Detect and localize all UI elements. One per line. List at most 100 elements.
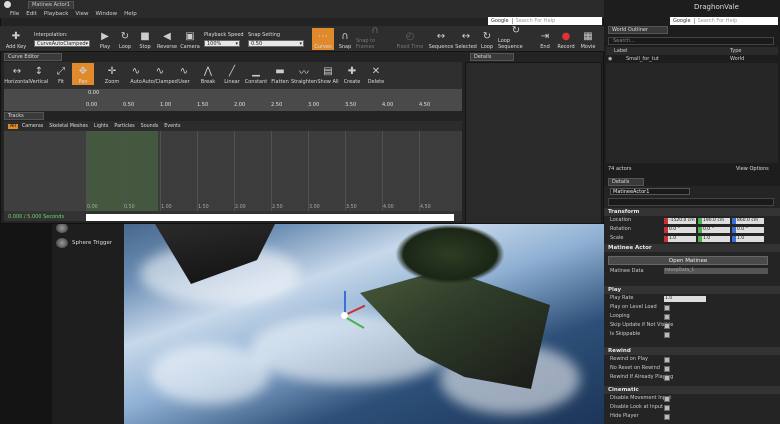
curve-tool-user[interactable]: ∿ User — [172, 63, 196, 85]
filter-skeletal-meshes[interactable]: Skeletal Meshes — [47, 124, 90, 129]
search-provider[interactable]: Google — [488, 18, 513, 24]
eye-icon[interactable]: ◉ — [608, 56, 612, 62]
filter-cameras[interactable]: Cameras — [20, 124, 45, 129]
tab-details-2[interactable]: Details — [608, 178, 644, 186]
filter-events[interactable]: Events — [162, 124, 182, 129]
curve-tool-flatten[interactable]: ▬ Flatten — [268, 63, 292, 85]
interpolation-select[interactable]: CurveAutoClamped — [34, 40, 90, 48]
play-option-checkbox[interactable] — [664, 313, 670, 320]
section-play[interactable]: Play — [604, 286, 780, 294]
section-cinematic[interactable]: Cinematic — [604, 386, 780, 394]
record-button[interactable]: ● Record — [556, 28, 576, 50]
curve-tool-delete[interactable]: ✕ Delete — [364, 63, 388, 85]
curve-tool-show-all[interactable]: ▤ Show All — [316, 63, 340, 85]
menu-help[interactable]: Help — [124, 11, 137, 17]
curve-tool-linear[interactable]: ╱ Linear — [220, 63, 244, 85]
tracks-list[interactable] — [4, 131, 86, 211]
col-label[interactable]: Label — [614, 48, 628, 54]
movie-button[interactable]: ▦ Movie — [578, 28, 598, 50]
play-button[interactable]: ▶ Play — [96, 28, 114, 50]
curve-tool-vertical[interactable]: ↕ Vertical — [28, 63, 50, 85]
location-z-field[interactable]: 860.0 cm — [736, 218, 764, 224]
rotation-z-field[interactable]: 0.0 ° — [736, 227, 764, 233]
filter-sounds[interactable]: Sounds — [139, 124, 161, 129]
selected-button[interactable]: ↔ Selected — [455, 28, 477, 50]
scale-x-field[interactable]: 1.0 — [668, 236, 696, 242]
rewind-option-checkbox[interactable] — [664, 374, 670, 381]
time-scrubber[interactable] — [86, 214, 454, 221]
matinee-titlebar[interactable] — [0, 0, 604, 9]
playback-speed-select[interactable]: 100% — [204, 40, 240, 48]
menu-window[interactable]: Window — [95, 11, 117, 17]
cinematic-option-checkbox[interactable] — [664, 404, 670, 411]
sequence-button[interactable]: ↔ Sequence — [428, 28, 454, 50]
section-matinee-actor[interactable]: Matinee Actor — [604, 244, 780, 252]
rewind-option-checkbox[interactable] — [664, 356, 670, 363]
tab-world-outliner[interactable]: World Outliner — [608, 26, 668, 34]
curve-tool-pan[interactable]: ✥ Pan — [72, 63, 94, 85]
tab-curve-editor[interactable]: Curve Editor — [4, 53, 62, 61]
end-button[interactable]: ⇥ End — [536, 28, 554, 50]
editor-help-search[interactable]: Google Search For Help — [670, 17, 778, 25]
menu-view[interactable]: View — [75, 11, 88, 17]
tab-matinee[interactable]: Matinee Actor1 — [28, 1, 74, 9]
reverse-button[interactable]: ◀ Reverse — [156, 28, 178, 50]
camera-button[interactable]: ▣ Camera — [179, 28, 201, 50]
play-option-checkbox[interactable] — [664, 304, 670, 311]
curve-graph[interactable]: 0.00 0.00 0.50 1.00 1.50 2.00 2.50 3.00 3.50 4.0… — [4, 89, 462, 111]
menu-file[interactable]: File — [10, 11, 19, 17]
location-y-field[interactable]: 190.0 cm — [702, 218, 730, 224]
curve-tool-break[interactable]: ⋀ Break — [196, 63, 220, 85]
section-rewind[interactable]: Rewind — [604, 347, 780, 355]
play-rate-field[interactable]: 1.0 — [664, 296, 706, 302]
play-option-checkbox[interactable] — [664, 322, 670, 329]
view-options-button[interactable]: View Options — [736, 166, 769, 172]
actor-name-field[interactable]: MatineeActor1 — [610, 188, 690, 195]
place-item-sphere-trigger[interactable]: Sphere Trigger — [52, 236, 124, 250]
help-search[interactable]: Google Search For Help — [488, 17, 602, 25]
rewind-option-checkbox[interactable] — [664, 365, 670, 372]
curve-tool-fit[interactable]: ⤢ Fit — [50, 63, 72, 85]
snap-button[interactable]: ∩ Snap — [336, 28, 354, 50]
loop-button[interactable]: ↻ Loop — [116, 28, 134, 50]
curve-tool-create[interactable]: ✚ Create — [340, 63, 364, 85]
curve-tool-zoom[interactable]: ✛ Zoom — [100, 63, 124, 85]
menu-playback[interactable]: Playback — [44, 11, 69, 17]
search-provider-2[interactable]: Google — [670, 18, 695, 24]
matinee-data-field[interactable]: InterpData_1 — [664, 268, 768, 274]
open-matinee-button[interactable]: Open Matinee — [608, 256, 768, 265]
curve-tool-constant[interactable]: ▁ Constant — [244, 63, 268, 85]
curve-tool-horizontal[interactable]: ↔ Horizontal — [4, 63, 30, 85]
scale-y-field[interactable]: 1.0 — [702, 236, 730, 242]
filter-lights[interactable]: Lights — [92, 124, 110, 129]
snap-to-frames-button[interactable]: ∩ Snap to Frames — [356, 25, 394, 50]
stop-button[interactable]: ■ Stop — [136, 28, 154, 50]
curve-tool-auto-clamped[interactable]: ∿ Auto/Clamped — [142, 63, 178, 85]
snap-setting-select[interactable]: 0.50 — [248, 40, 304, 48]
tab-details[interactable]: Details — [470, 53, 514, 61]
rotation-y-field[interactable]: 0.0 ° — [702, 227, 730, 233]
fixed-time-button[interactable]: ◴ Fixed Time — [396, 28, 424, 50]
play-option-checkbox[interactable] — [664, 331, 670, 338]
outliner-search[interactable]: Search... — [608, 37, 774, 45]
details-search[interactable] — [608, 198, 774, 206]
curves-button[interactable]: ⋯ Curves — [312, 28, 334, 50]
menu-edit[interactable]: Edit — [26, 11, 37, 17]
scale-z-field[interactable]: 1.0 — [736, 236, 764, 242]
loop-sequence-button[interactable]: ↻ Loop Sequence — [498, 25, 534, 50]
rotation-x-field[interactable]: 0.0 ° — [668, 227, 696, 233]
curve-tool-straighten[interactable]: 〰 Straighten — [291, 63, 317, 85]
col-type[interactable]: Type — [730, 48, 741, 54]
tab-tracks[interactable]: Tracks — [4, 112, 44, 120]
cinematic-option-checkbox[interactable] — [664, 395, 670, 402]
filter-particles[interactable]: Particles — [112, 124, 136, 129]
location-x-field[interactable]: -1520.0 cm — [668, 218, 696, 224]
filter-all[interactable]: All — [8, 123, 18, 129]
cinematic-option-checkbox[interactable] — [664, 413, 670, 420]
outliner-row[interactable]: ◉ Small_for_tut World — [606, 55, 778, 63]
loop-toggle-button[interactable]: ↻ Loop — [478, 28, 496, 50]
section-transform[interactable]: Transform — [604, 208, 780, 216]
add-key-button[interactable]: ✚ Add Key — [4, 28, 28, 50]
project-title: DraghonVale — [694, 3, 739, 11]
transform-gizmo[interactable] — [334, 286, 374, 336]
